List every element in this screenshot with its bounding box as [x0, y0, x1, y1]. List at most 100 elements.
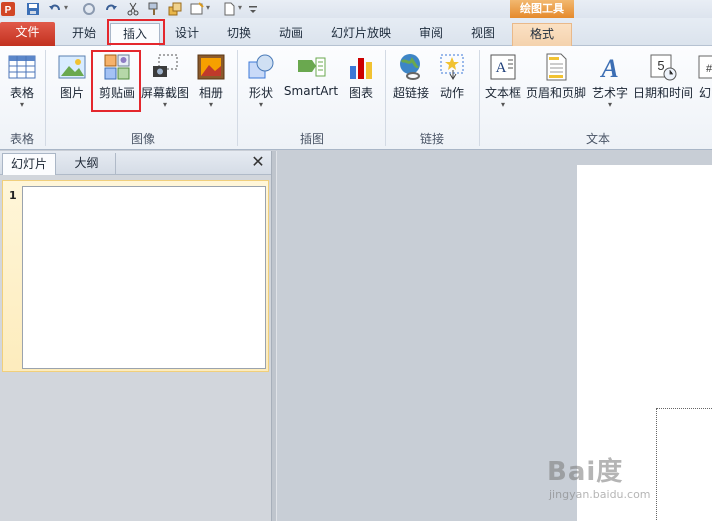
table-button-label: 表格: [9, 86, 34, 100]
chart-icon: [350, 58, 372, 79]
table-icon: [8, 55, 36, 79]
slide-thumbnail-item[interactable]: 1: [2, 180, 269, 372]
save-icon[interactable]: [26, 2, 40, 16]
tab-animations[interactable]: 动画: [269, 23, 313, 46]
slide-number-button-label: 幻: [698, 86, 711, 100]
svg-text:5: 5: [657, 58, 664, 73]
text-box-button-label: 文本框: [484, 86, 521, 100]
tab-view[interactable]: 视图: [460, 23, 506, 46]
new-slide-icon[interactable]: [190, 2, 204, 16]
text-box-button[interactable]: A 文本框 ▾: [483, 52, 523, 109]
smartart-icon: [298, 57, 326, 77]
shapes-icon: [248, 54, 274, 79]
tab-slideshow[interactable]: 幻灯片放映: [322, 23, 400, 46]
screenshot-icon: [153, 54, 178, 77]
wordart-button-label: 艺术字: [591, 86, 628, 100]
smartart-button[interactable]: SmartArt: [282, 52, 340, 98]
tab-design[interactable]: 设计: [165, 23, 209, 46]
new-slide-dropdown-icon[interactable]: ▾: [206, 3, 210, 12]
watermark-logo: Bai度: [547, 457, 624, 487]
group-label-links: 链接: [419, 132, 444, 146]
action-button-label: 动作: [439, 86, 464, 100]
photo-album-button[interactable]: 相册 ▾: [190, 52, 232, 109]
hyperlink-icon: [400, 54, 420, 80]
slide-number: 1: [9, 189, 17, 202]
tab-file[interactable]: 文件: [0, 22, 55, 46]
action-icon: [440, 54, 464, 80]
group-divider: [237, 50, 238, 146]
group-divider: [479, 50, 480, 146]
document-dropdown-icon[interactable]: ▾: [238, 3, 242, 12]
clip-art-highlight: [91, 50, 141, 112]
slides-outline-pane: 幻灯片 大纲 ✕ 1: [0, 151, 271, 521]
wordart-button[interactable]: A 艺术字 ▾: [590, 52, 630, 109]
customize-qat-icon[interactable]: [247, 2, 261, 16]
shapes-icon[interactable]: [168, 2, 182, 16]
repeat-icon[interactable]: [82, 2, 96, 16]
text-box-dropdown-icon: ▾: [500, 100, 505, 109]
photo-album-icon: [197, 54, 225, 80]
group-label-text: 文本: [585, 132, 610, 146]
slide-editor: Bai度 jingyan.baidu.com: [277, 151, 712, 521]
watermark-url: jingyan.baidu.com: [549, 488, 651, 501]
slide-number-button[interactable]: # 幻: [696, 52, 712, 101]
group-label-images: 图像: [130, 132, 155, 146]
wordart-icon: A: [599, 54, 618, 82]
table-dropdown-icon: ▾: [19, 100, 24, 109]
date-time-icon: 5: [650, 54, 677, 81]
header-footer-button-label: 页眉和页脚: [525, 86, 586, 100]
undo-icon[interactable]: [48, 2, 62, 16]
close-pane-icon[interactable]: ✕: [249, 153, 267, 173]
watermark: Bai度 jingyan.baidu.com: [547, 451, 712, 521]
text-box-icon: A: [490, 54, 516, 80]
hyperlink-button[interactable]: 超链接: [388, 52, 434, 101]
group-label-illustrations: 插图: [299, 132, 324, 146]
document-icon[interactable]: [222, 2, 236, 16]
tab-home[interactable]: 开始: [62, 23, 106, 46]
wordart-dropdown-icon: ▾: [607, 100, 612, 109]
tab-review[interactable]: 审阅: [408, 23, 454, 46]
picture-button[interactable]: 图片: [52, 52, 92, 101]
undo-dropdown-icon[interactable]: ▾: [64, 3, 68, 12]
header-footer-icon: [546, 53, 567, 81]
screenshot-button[interactable]: 屏幕截图 ▾: [140, 52, 190, 109]
group-label-table: 表格: [9, 132, 34, 146]
slide-thumbnail[interactable]: [22, 186, 266, 369]
tab-outline[interactable]: 大纲: [58, 153, 116, 175]
screenshot-button-label: 屏幕截图: [140, 86, 189, 100]
svg-text:A: A: [599, 54, 618, 82]
tab-transitions[interactable]: 切换: [217, 23, 261, 46]
photo-album-dropdown-icon: ▾: [208, 100, 213, 109]
date-time-button-label: 日期和时间: [632, 86, 693, 100]
date-time-button[interactable]: 5 日期和时间: [632, 52, 694, 101]
redo-icon[interactable]: [104, 2, 118, 16]
drawing-tools-context-label: 绘图工具: [510, 0, 574, 18]
picture-icon: [58, 55, 86, 79]
powerpoint-logo-icon[interactable]: P: [1, 2, 15, 16]
cut-icon[interactable]: [126, 2, 140, 16]
hyperlink-button-label: 超链接: [392, 86, 429, 100]
tab-slides[interactable]: 幻灯片: [2, 153, 56, 175]
screenshot-dropdown-icon: ▾: [162, 100, 167, 109]
group-divider: [45, 50, 46, 146]
table-button[interactable]: 表格 ▾: [2, 52, 42, 109]
chart-button[interactable]: 图表: [342, 52, 380, 101]
shapes-button-label: 形状: [248, 86, 273, 100]
chart-button-label: 图表: [348, 86, 373, 100]
header-footer-button[interactable]: 页眉和页脚: [524, 52, 588, 101]
format-painter-icon[interactable]: [147, 2, 161, 16]
pane-tab-strip: 幻灯片 大纲 ✕: [0, 151, 271, 175]
svg-text:A: A: [496, 60, 507, 76]
photo-album-button-label: 相册: [198, 86, 223, 100]
slide-number-icon: #: [698, 55, 712, 79]
shapes-button[interactable]: 形状 ▾: [242, 52, 280, 109]
picture-button-label: 图片: [59, 86, 84, 100]
shapes-dropdown-icon: ▾: [258, 100, 263, 109]
insert-tab-highlight: [107, 19, 165, 45]
tab-format[interactable]: 格式: [512, 23, 572, 46]
smartart-button-label: SmartArt: [283, 84, 339, 98]
svg-text:#: #: [706, 63, 712, 75]
quick-access-toolbar: P ▾ ▾ ▾ 绘图工具: [0, 0, 712, 18]
action-button[interactable]: 动作: [434, 52, 470, 101]
svg-text:P: P: [5, 5, 12, 16]
